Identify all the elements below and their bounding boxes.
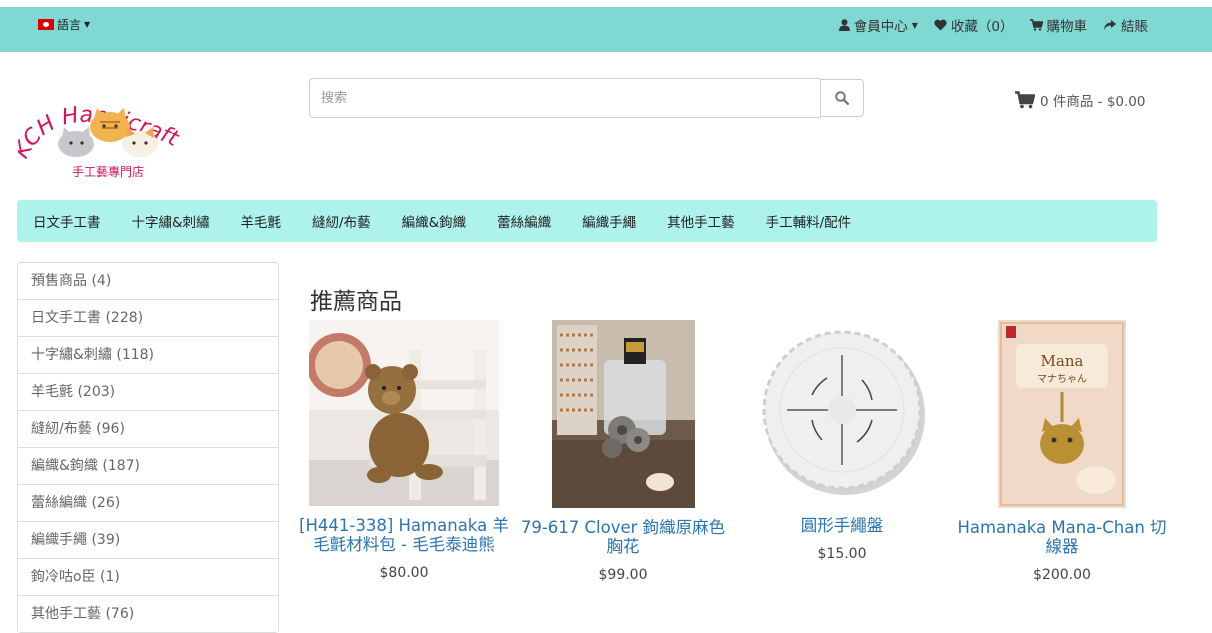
product-image-teddy-bear[interactable] [309,320,499,506]
product-card: 79-617 Clover 鉤織原麻色胸花 $99.00 [518,320,728,583]
checkout-label: 結賬 [1121,19,1148,35]
member-center-link[interactable]: 會員中心 ▼ [838,15,918,35]
product-name-link[interactable]: [H441-338] Hamanaka 羊毛氈材料包 - 毛毛泰迪熊 [299,516,509,554]
featured-heading: 推薦商品 [310,289,402,315]
search-input[interactable] [309,78,821,118]
shopping-cart-icon [1015,91,1035,109]
product-price: $80.00 [379,565,429,581]
kch-handicraft-logo: KCH Handicraft 手工藝專門店 [9,103,183,179]
shopping-cart-link[interactable]: 購物車 [1029,15,1088,35]
shopping-cart-icon [1029,19,1043,31]
sidebar-item-knitting[interactable]: 編織&鉤織 (187) [18,448,278,485]
share-icon [1104,20,1116,30]
nav-item-braided-cord[interactable]: 編織手繩 [582,211,636,231]
sidebar-item-misc[interactable]: 鉤冷咕o臣 (1) [18,559,278,596]
sidebar-item-braided-cord[interactable]: 編織手繩 (39) [18,522,278,559]
store-logo[interactable]: KCH Handicraft 手工藝專門店 [9,82,198,184]
product-name-link[interactable]: 79-617 Clover 鉤織原麻色胸花 [518,518,728,556]
sidebar-item-other-crafts[interactable]: 其他手工藝 (76) [18,596,278,633]
search-icon [835,91,849,105]
nav-item-lace[interactable]: 蕾絲編織 [497,211,551,231]
product-price: $15.00 [817,546,867,562]
nav-item-accessories[interactable]: 手工輔料/配件 [766,211,852,231]
svg-text:Mana: Mana [1041,352,1084,370]
sidebar-item-cross-stitch[interactable]: 十字繡&刺繡 (118) [18,337,278,374]
wishlist-link[interactable]: 收藏（0） [934,15,1014,35]
product-card: 圓形手繩盤 $15.00 [737,320,947,562]
product-card: [H441-338] Hamanaka 羊毛氈材料包 - 毛毛泰迪熊 $80.0… [299,320,509,581]
search-button[interactable] [821,79,864,117]
nav-item-sewing[interactable]: 縫紉/布藝 [312,211,371,231]
wishlist-label: 收藏（0） [950,19,1014,35]
product-image-mana-chan-cutter[interactable]: Mana マナちゃん [998,320,1126,508]
checkout-link[interactable]: 結賬 [1103,15,1148,35]
product-name-link[interactable]: Hamanaka Mana-Chan 切線器 [957,518,1167,556]
sidebar-item-japanese-books[interactable]: 日文手工書 (228) [18,300,278,337]
nav-item-knitting[interactable]: 編織&鉤織 [402,211,467,231]
sidebar-item-wool-felt[interactable]: 羊毛氈 (203) [18,374,278,411]
logo-subtext: 手工藝專門店 [72,165,144,179]
nav-item-other-crafts[interactable]: 其他手工藝 [667,211,735,231]
caret-down-icon: ▼ [911,20,918,30]
top-bar: 語言 ▼ 會員中心 ▼ 收藏（0） 購物車 結賬 [0,7,1212,52]
sidebar-item-preorder[interactable]: 預售商品 (4) [18,263,278,300]
user-icon [838,19,850,31]
caret-down-icon: ▼ [84,20,91,29]
language-label: 語言 [57,18,82,32]
product-price: $200.00 [1033,567,1091,583]
product-price: $99.00 [598,567,648,583]
product-image-kumihimo-disk[interactable] [747,320,937,506]
search-bar [309,78,864,118]
heart-icon [934,19,947,31]
hong-kong-flag-icon [38,19,54,30]
svg-text:マナちゃん: マナちゃん [1037,373,1087,385]
shopping-cart-label: 購物車 [1046,19,1088,35]
category-sidebar: 預售商品 (4) 日文手工書 (228) 十字繡&刺繡 (118) 羊毛氈 (2… [17,262,279,633]
member-center-label: 會員中心 [853,19,908,35]
top-links: 會員中心 ▼ 收藏（0） 購物車 結賬 [838,15,1148,35]
product-card: Mana マナちゃん Hamanaka Mana-Chan 切線器 $200.0… [957,320,1167,583]
product-image-crochet-corsage[interactable] [551,320,695,508]
sidebar-item-sewing[interactable]: 縫紉/布藝 (96) [18,411,278,448]
main-category-nav: 日文手工書 十字繡&刺繡 羊毛氈 縫紉/布藝 編織&鉤織 蕾絲編織 編織手繩 其… [17,200,1157,242]
sidebar-item-lace[interactable]: 蕾絲編織 (26) [18,485,278,522]
nav-item-cross-stitch[interactable]: 十字繡&刺繡 [132,211,210,231]
language-selector[interactable]: 語言 ▼ [38,16,90,33]
cart-summary[interactable]: 0 件商品 - $0.00 [1015,90,1145,110]
nav-item-wool-felt[interactable]: 羊毛氈 [241,211,282,231]
product-name-link[interactable]: 圓形手繩盤 [737,516,947,535]
nav-item-japanese-books[interactable]: 日文手工書 [33,211,101,231]
cart-summary-text: 0 件商品 - $0.00 [1040,94,1146,110]
